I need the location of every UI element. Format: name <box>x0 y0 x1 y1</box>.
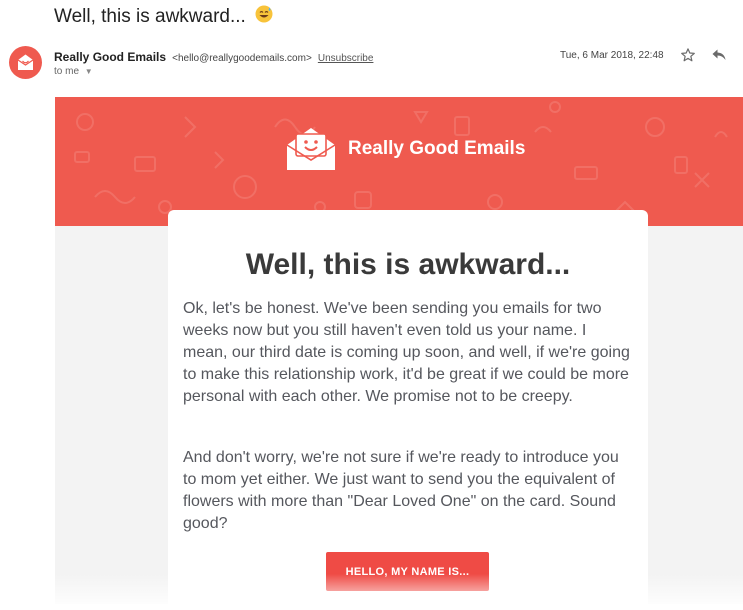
sender-line: Really Good Emails <hello@reallygoodemai… <box>54 50 373 64</box>
body-paragraph-2: And don't worry, we're not sure if we're… <box>183 449 619 532</box>
chevron-down-icon[interactable]: ▼ <box>85 67 93 76</box>
recipient-line[interactable]: to me ▼ <box>54 66 93 77</box>
unsubscribe-link[interactable]: Unsubscribe <box>318 53 374 64</box>
recipient-label: to me <box>54 66 80 77</box>
body-paragraph-1: Ok, let's be honest. We've been sending … <box>183 300 630 405</box>
card-title: Well, this is awkward... <box>245 248 571 281</box>
sender-email: <hello@reallygoodemails.com> <box>172 53 312 64</box>
subject-text: Well, this is awkward... <box>54 6 246 28</box>
star-icon[interactable] <box>680 47 696 68</box>
envelope-smile-icon <box>286 128 336 170</box>
sender-name[interactable]: Really Good Emails <box>54 50 166 64</box>
hello-my-name-is-button[interactable]: HELLO, MY NAME IS... <box>326 552 489 591</box>
email-subject: Well, this is awkward... <box>54 5 273 29</box>
envelope-smile-icon <box>17 54 34 70</box>
grinning-face-with-sweat-icon <box>255 5 273 29</box>
sender-avatar[interactable] <box>9 46 42 79</box>
brand-name: Really Good Emails <box>348 138 526 159</box>
brand-logo[interactable]: Really Good Emails <box>283 125 525 173</box>
email-date: Tue, 6 Mar 2018, 22:48 <box>560 50 664 61</box>
reply-icon[interactable] <box>711 48 727 67</box>
